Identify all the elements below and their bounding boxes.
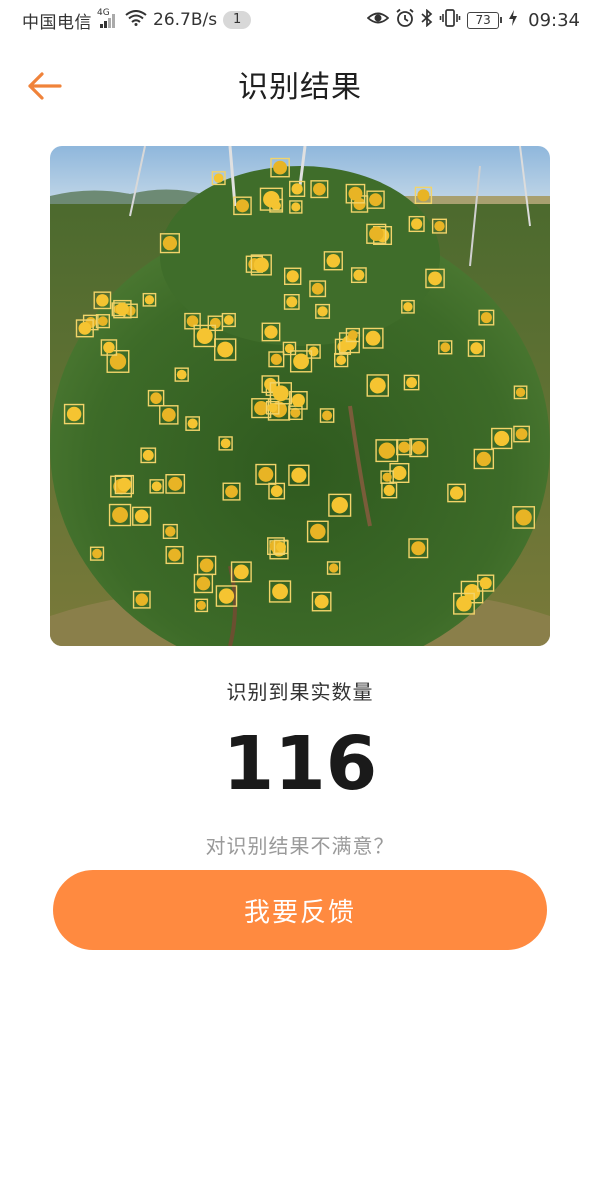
- count-label: 识别到果实数量: [226, 680, 374, 704]
- app-header: 识别结果: [0, 58, 600, 118]
- battery-indicator: 73: [467, 11, 503, 29]
- carrier-name: 中国电信: [22, 12, 92, 33]
- signal-icon: 4G: [97, 8, 115, 28]
- notification-badge: 1: [223, 11, 252, 29]
- dissatisfied-prompt: 对识别结果不满意？: [205, 834, 395, 858]
- network-speed: 26.7B/s: [153, 10, 218, 30]
- eye-icon: [366, 10, 390, 31]
- charging-icon: [508, 9, 518, 31]
- status-bar-left: 中国电信 4G 26.7B/s 1: [22, 8, 252, 33]
- fruit-detection-image: [50, 146, 550, 646]
- status-bar-right: 73 09:34: [366, 8, 580, 33]
- page-title: 识别结果: [238, 70, 362, 105]
- status-bar: 中国电信 4G 26.7B/s 1 73 09:34: [0, 0, 600, 40]
- alarm-icon: [395, 8, 415, 33]
- wifi-icon: [125, 9, 147, 31]
- feedback-button[interactable]: 我要反馈: [53, 870, 547, 950]
- fruit-count: 116: [222, 721, 378, 807]
- network-type: 4G: [97, 8, 110, 18]
- battery-level: 73: [467, 11, 500, 29]
- vibrate-icon: [439, 8, 461, 32]
- clock: 09:34: [528, 9, 580, 31]
- bluetooth-icon: [421, 8, 433, 32]
